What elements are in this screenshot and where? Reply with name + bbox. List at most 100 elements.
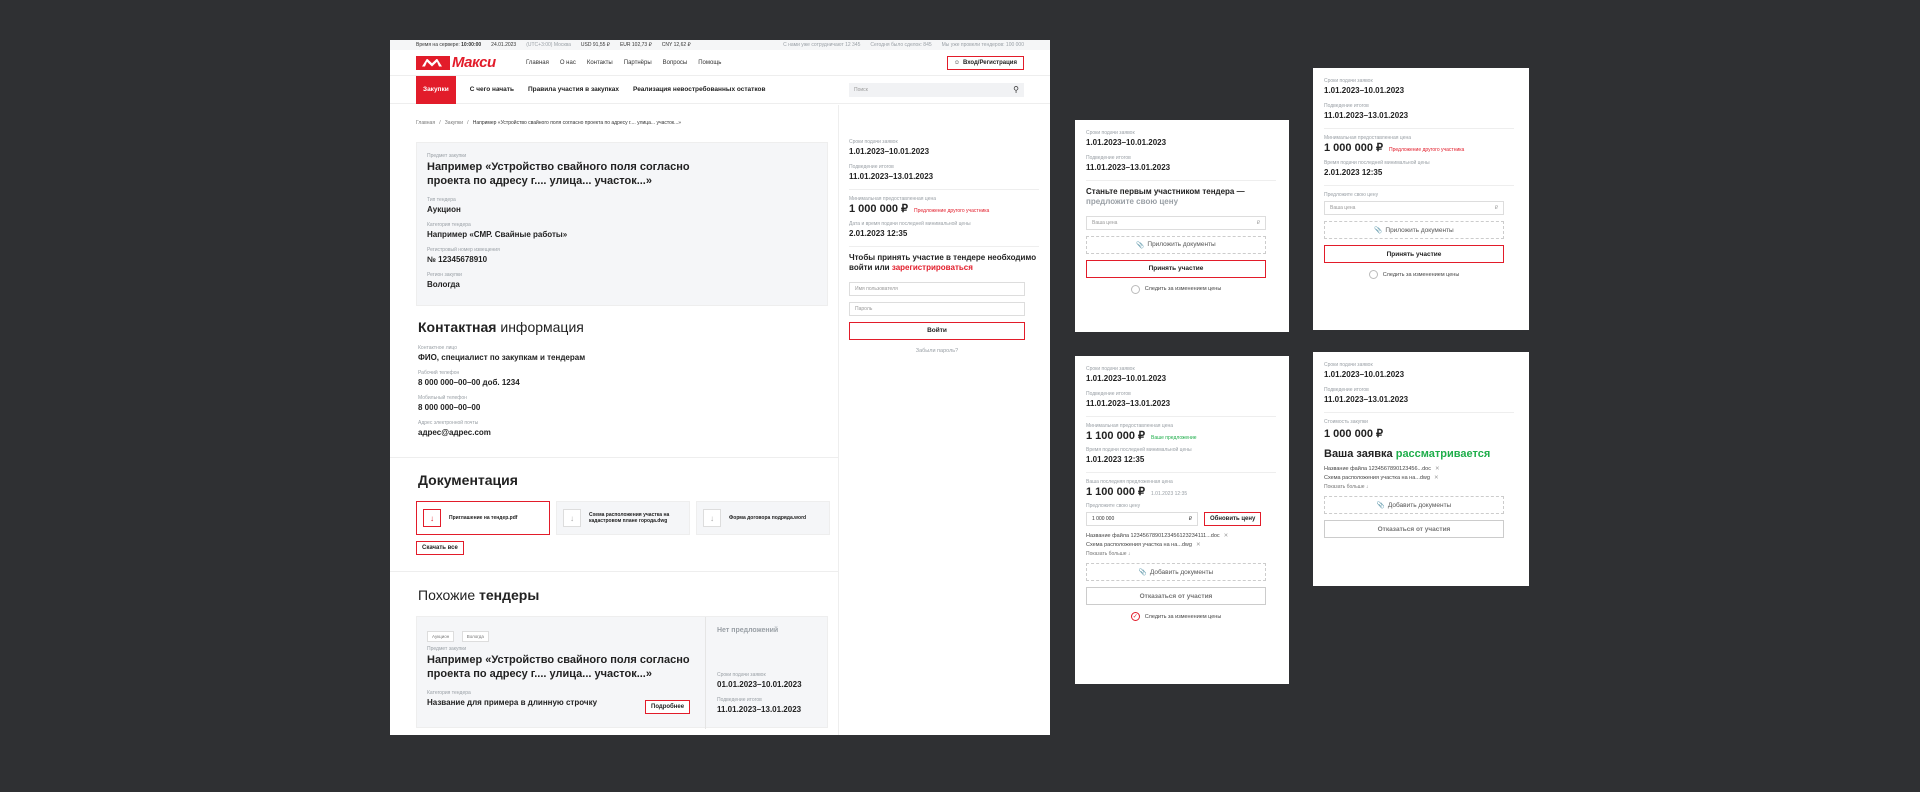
price-input[interactable]: Ваша цена ₽ <box>1086 215 1266 230</box>
breadcrumb: Главная / Закупки / Например «Устройство… <box>416 120 682 126</box>
register-link[interactable]: зарегистрироваться <box>892 263 973 272</box>
offer-label: Предложите свою цену <box>1324 192 1379 198</box>
document-item[interactable]: ↓ Схема расположения участка на кадастро… <box>556 501 690 535</box>
similar-subject: Например «Устройство свайного поля согла… <box>427 654 690 680</box>
mobile-phone-label: Мобильный телефон <box>418 395 467 401</box>
min-price-value: 1 000 000 ₽ <box>849 203 908 215</box>
last-price-label: Дата и время подачи последней минимально… <box>849 221 971 227</box>
add-documents-button[interactable]: 📎 Добавить документы <box>1086 563 1266 581</box>
participate-button[interactable]: Принять участие <box>1324 245 1504 263</box>
deadline-label: Сроки подачи заявок <box>1086 130 1135 136</box>
document-name: Форма договора подряда.word <box>729 515 807 521</box>
subnav-start[interactable]: С чего начать <box>470 86 514 93</box>
email-value: адрес@адрес.com <box>418 428 491 437</box>
other-offer-note: Предложение другого участника <box>914 208 990 214</box>
deadline-value: 1.01.2023–10.01.2023 <box>1086 138 1167 147</box>
nav-help[interactable]: Помощь <box>698 60 721 66</box>
document-name: Схема расположения участка на кадастрово… <box>589 512 670 524</box>
search-icon[interactable]: ⚲ <box>1013 85 1019 94</box>
nav-about[interactable]: О нас <box>560 60 576 66</box>
remove-icon[interactable]: ✕ <box>1224 533 1229 539</box>
breadcrumb-purchases[interactable]: Закупки <box>445 120 463 126</box>
remove-icon[interactable]: ✕ <box>1434 475 1439 481</box>
forgot-password-link[interactable]: Забыли пароль? <box>849 348 1025 354</box>
last-price-value: 2.01.2023 12:35 <box>849 229 908 238</box>
checkbox-icon <box>1130 284 1140 294</box>
nav-home[interactable]: Главная <box>526 60 549 66</box>
paperclip-icon: 📎 <box>1374 227 1383 234</box>
reg-value: № 12345678910 <box>427 254 488 264</box>
nav-questions[interactable]: Вопросы <box>663 60 688 66</box>
username-input[interactable]: Имя пользователя <box>849 281 1025 296</box>
watch-price-toggle[interactable]: ✓ Следить за изменением цены <box>1086 612 1266 621</box>
attached-file: Название файла 1234567890123456...doc ✕ <box>1324 466 1440 472</box>
decline-button[interactable]: Отказаться от участия <box>1086 587 1266 605</box>
work-phone-value: 8 000 000–00–00 доб. 1234 <box>418 378 520 387</box>
first-bid-prompt: Станьте первым участником тендера — предл… <box>1086 187 1245 207</box>
region-value: Вологда <box>427 279 460 289</box>
nav-partners[interactable]: Партнёры <box>624 60 652 66</box>
stat-tenders: Мы уже провели тендеров: 100 000 <box>941 42 1024 48</box>
download-all-button[interactable]: Скачать все <box>416 541 464 555</box>
main-content: Главная / Закупки / Например «Устройство… <box>390 105 838 735</box>
paperclip-icon: 📎 <box>1136 241 1145 249</box>
similar-title: Похожие тендеры <box>418 587 540 603</box>
watch-price-toggle[interactable]: Следить за изменением цены <box>1086 284 1266 294</box>
tender-info-box: Предмет закупки Например «Устройство сва… <box>416 142 828 306</box>
attach-documents-button[interactable]: 📎 Приложить документы <box>1324 221 1504 239</box>
details-button[interactable]: Подробнее <box>645 700 691 714</box>
decline-button[interactable]: Отказаться от участия <box>1324 520 1504 538</box>
price-input[interactable]: 1 000 000 ₽ <box>1086 512 1198 526</box>
password-input[interactable]: Пароль <box>849 301 1025 316</box>
tender-page: Время на сервере: 10:00:00 24.01.2023 (U… <box>390 40 1050 735</box>
breadcrumb-home[interactable]: Главная <box>416 120 435 126</box>
subnav-leftovers[interactable]: Реализация невостребованных остатков <box>633 86 765 93</box>
site-header: Макси Главная О нас Контакты Партнёры Во… <box>390 50 1050 76</box>
category-label: Категория тендера <box>427 221 471 228</box>
rate-cny: CNY 12,62 ₽ <box>661 42 691 48</box>
tag-region: Вологда <box>461 631 489 642</box>
my-price-value: 1 100 000 ₽ <box>1086 486 1145 498</box>
subnav-rules[interactable]: Правила участия в закупках <box>528 86 619 93</box>
type-value: Аукцион <box>427 204 461 214</box>
document-item[interactable]: ↓ Приглашение на тендер.pdf <box>416 501 550 535</box>
similar-tender-card: Аукцион Вологда Предмет закупки Например… <box>416 616 828 729</box>
nav-contacts[interactable]: Контакты <box>587 60 613 66</box>
site-logo[interactable]: Макси <box>416 54 526 71</box>
sidebar-content: Сроки подачи заявок 1.01.2023–10.01.2023… <box>849 139 1039 354</box>
show-more-link[interactable]: Показать больше ↓ <box>1086 551 1278 557</box>
logo-mark-icon <box>416 55 450 70</box>
update-price-button[interactable]: Обновить цену <box>1204 512 1262 526</box>
remove-icon[interactable]: ✕ <box>1435 466 1440 472</box>
rate-eur: EUR 102,73 ₽ <box>619 42 652 48</box>
deadline-value: 1.01.2023–10.01.2023 <box>849 147 930 156</box>
attach-documents-button[interactable]: 📎 Приложить документы <box>1086 235 1266 254</box>
main-nav: Главная О нас Контакты Партнёры Вопросы … <box>526 60 947 66</box>
contacts-section: Контактная информация Контактное лицо ФИ… <box>418 319 818 445</box>
search-input[interactable]: Поиск ⚲ <box>849 82 1024 97</box>
your-offer-note: Ваше предложение <box>1151 435 1197 441</box>
results-label: Подведение итогов <box>849 164 894 170</box>
tags: Аукцион Вологда <box>427 625 492 643</box>
deadline-value: 1.01.2023–10.01.2023 <box>1324 86 1405 95</box>
work-phone-label: Рабочий телефон <box>418 370 460 376</box>
stat-deals: Сегодня было сделок: 845 <box>870 42 932 48</box>
watch-price-toggle[interactable]: Следить за изменением цены <box>1324 270 1504 279</box>
subnav-purchases[interactable]: Закупки <box>416 75 456 104</box>
cost-label: Стоимость закупки <box>1324 419 1368 425</box>
state-panel-my-offer: Сроки подачи заявок 1.01.2023–10.01.2023… <box>1075 356 1289 684</box>
participate-button[interactable]: Принять участие <box>1086 259 1266 278</box>
price-input[interactable]: Ваша цена ₽ <box>1324 201 1504 215</box>
login-submit-button[interactable]: Войти <box>849 321 1025 340</box>
top-info-bar: Время на сервере: 10:00:00 24.01.2023 (U… <box>390 40 1050 50</box>
documents-list: ↓ Приглашение на тендер.pdf ↓ Схема расп… <box>416 501 830 535</box>
document-item[interactable]: ↓ Форма договора подряда.word <box>696 501 830 535</box>
show-more-link[interactable]: Показать больше ↓ <box>1324 484 1518 490</box>
min-price-value: 1 100 000 ₽ <box>1086 430 1145 442</box>
other-offer-note: Предложение другого участника <box>1389 147 1465 153</box>
last-price-label: Время подачи последней минимальной цены <box>1324 160 1430 166</box>
results-label: Подведение итогов <box>1324 387 1369 393</box>
login-button[interactable]: ☺ Вход/Регистрация <box>946 55 1024 70</box>
remove-icon[interactable]: ✕ <box>1196 542 1201 548</box>
add-documents-button[interactable]: 📎 Добавить документы <box>1324 496 1504 514</box>
